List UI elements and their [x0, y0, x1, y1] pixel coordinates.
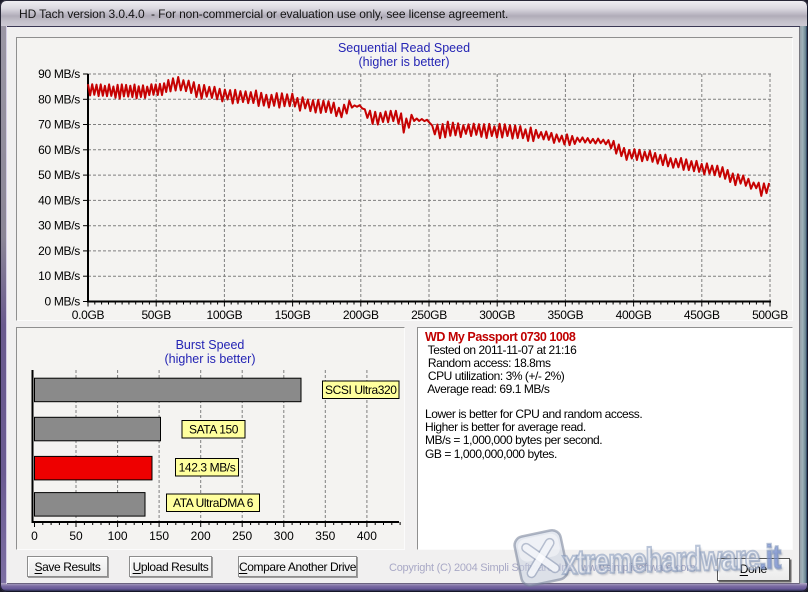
svg-text:250GB: 250GB: [411, 308, 447, 320]
svg-text:Sequential Read Speed: Sequential Read Speed: [338, 41, 470, 55]
svg-text:70 MB/s: 70 MB/s: [38, 118, 80, 132]
svg-text:400: 400: [357, 529, 377, 543]
svg-text:300: 300: [274, 529, 294, 543]
svg-text:200: 200: [191, 529, 211, 543]
svg-text:0.0GB: 0.0GB: [72, 308, 105, 320]
svg-text:SATA 150: SATA 150: [189, 423, 239, 437]
svg-text:150GB: 150GB: [275, 308, 311, 320]
svg-text:100: 100: [108, 529, 128, 543]
svg-text:200GB: 200GB: [343, 308, 379, 320]
svg-text:50: 50: [69, 529, 83, 543]
svg-text:150: 150: [149, 529, 169, 543]
svg-text:(higher is better): (higher is better): [164, 352, 255, 366]
svg-text:60 MB/s: 60 MB/s: [38, 143, 80, 157]
svg-text:50GB: 50GB: [141, 308, 171, 320]
svg-text:40 MB/s: 40 MB/s: [38, 193, 80, 207]
svg-text:400GB: 400GB: [616, 308, 652, 320]
svg-text:350: 350: [315, 529, 335, 543]
svg-text:20 MB/s: 20 MB/s: [38, 244, 80, 258]
svg-text:Burst Speed: Burst Speed: [176, 338, 245, 352]
svg-text:350GB: 350GB: [547, 308, 583, 320]
svg-text:30 MB/s: 30 MB/s: [38, 219, 80, 233]
svg-text:0: 0: [31, 529, 38, 543]
svg-text:90 MB/s: 90 MB/s: [38, 67, 80, 81]
svg-text:500GB: 500GB: [752, 308, 788, 320]
svg-text:ATA UltraDMA 6: ATA UltraDMA 6: [173, 496, 254, 510]
svg-text:(higher is better): (higher is better): [358, 55, 449, 69]
svg-text:142.3 MB/s: 142.3 MB/s: [179, 461, 236, 475]
svg-text:SCSI Ultra320: SCSI Ultra320: [325, 383, 397, 397]
svg-text:80 MB/s: 80 MB/s: [38, 92, 80, 106]
svg-text:50 MB/s: 50 MB/s: [38, 168, 80, 182]
svg-text:0 MB/s: 0 MB/s: [44, 295, 80, 309]
svg-text:250: 250: [232, 529, 252, 543]
svg-text:10 MB/s: 10 MB/s: [38, 269, 80, 283]
svg-text:100GB: 100GB: [206, 308, 242, 320]
svg-text:300GB: 300GB: [479, 308, 515, 320]
svg-text:450GB: 450GB: [684, 308, 720, 320]
